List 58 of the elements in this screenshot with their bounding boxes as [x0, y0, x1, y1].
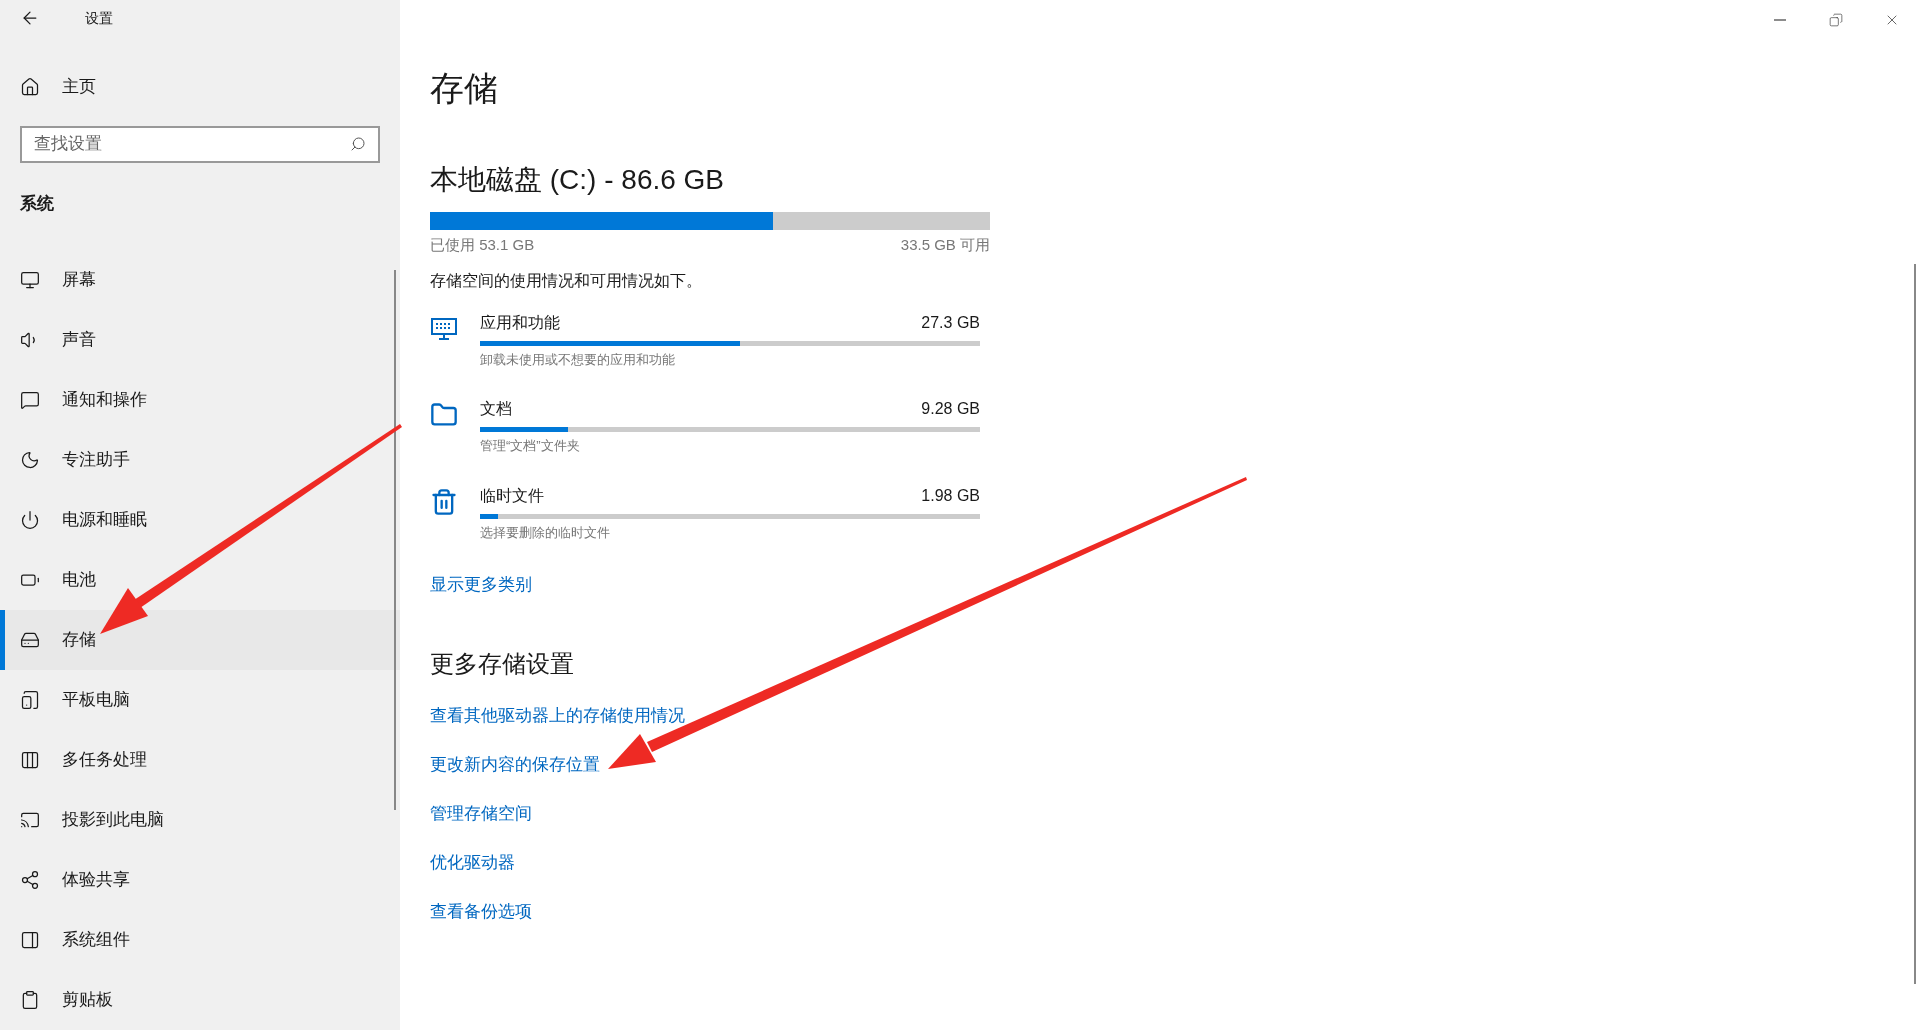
sidebar-item[interactable]: 电源和睡眠: [0, 490, 400, 550]
scrollbar[interactable]: [394, 270, 396, 810]
sidebar-item[interactable]: 声音: [0, 310, 400, 370]
sidebar-item[interactable]: 投影到此电脑: [0, 790, 400, 850]
category-name[interactable]: 临时文件: [480, 483, 544, 508]
sidebar-item[interactable]: 专注助手: [0, 430, 400, 490]
restore-icon: [1829, 13, 1843, 27]
share-icon: [20, 870, 40, 890]
settings-link[interactable]: 查看其他驱动器上的存储使用情况: [430, 703, 685, 727]
columns-icon: [20, 750, 40, 770]
category-name[interactable]: 应用和功能: [480, 310, 560, 335]
category-hint: 卸载未使用或不想要的应用和功能: [480, 350, 676, 369]
category-hint: 管理“文档”文件夹: [480, 437, 581, 455]
section-heading: 系统: [19, 192, 55, 215]
speech-bubble-icon: [20, 390, 40, 410]
settings-link[interactable]: 优化驱动器: [430, 850, 515, 874]
sidebar-item[interactable]: 通知和操作: [0, 370, 400, 430]
folder-icon: [430, 401, 458, 429]
trash-icon: [430, 487, 458, 516]
tablet-icon: [20, 690, 40, 710]
free-space-text: 33.5 GB 可用: [900, 235, 990, 255]
settings-link[interactable]: 管理存储空间: [430, 801, 532, 825]
page-title: 存储: [430, 68, 499, 109]
sidebar-item[interactable]: 多任务处理: [0, 730, 400, 790]
show-more-link[interactable]: 显示更多类别: [430, 572, 532, 598]
settings-link[interactable]: 更改新内容的保存位置: [430, 752, 600, 776]
disk-title: 本地磁盘 (C:) - 86.6 GB: [430, 163, 726, 197]
screen-icon: [20, 810, 40, 830]
description-text: 存储空间的使用情况和可用情况如下。: [430, 270, 703, 291]
minimize-icon: [1774, 19, 1786, 21]
search-field[interactable]: 查找设置: [20, 125, 380, 163]
sidebar-item[interactable]: 系统组件: [0, 910, 400, 970]
home-icon: [20, 77, 40, 98]
used-space-text: 已使用 53.1 GB: [430, 235, 535, 255]
sidebar-item[interactable]: 电池: [0, 550, 400, 610]
category-size: 9.28 GB: [921, 399, 980, 419]
search-icon[interactable]: [350, 136, 366, 153]
sidebar-item[interactable]: 屏幕: [0, 250, 400, 310]
sidebar-item[interactable]: 剪贴板: [0, 970, 400, 1030]
category-size: 1.98 GB: [921, 485, 980, 506]
section-heading: 更多存储设置: [430, 648, 575, 679]
sidebar-item[interactable]: 平板电脑: [0, 670, 400, 730]
category-hint: 选择要删除的临时文件: [480, 523, 611, 542]
scrollbar[interactable]: [1914, 264, 1916, 984]
category-size: 27.3 GB: [921, 312, 980, 333]
clipboard-icon: [20, 990, 40, 1010]
sidebar-item[interactable]: 体验共享: [0, 850, 400, 910]
sidebar-item[interactable]: 存储: [0, 610, 400, 670]
home-item[interactable]: 主页: [0, 74, 96, 100]
moon-icon: [20, 450, 40, 470]
window-title: 设置: [85, 8, 113, 28]
search-input[interactable]: 查找设置: [34, 131, 350, 157]
drive-icon: [20, 630, 40, 650]
category-name[interactable]: 文档: [480, 397, 512, 421]
panel-icon: [20, 930, 40, 950]
monitor-icon: [20, 270, 40, 290]
power-icon: [20, 510, 40, 530]
settings-link[interactable]: 查看备份选项: [430, 899, 532, 923]
